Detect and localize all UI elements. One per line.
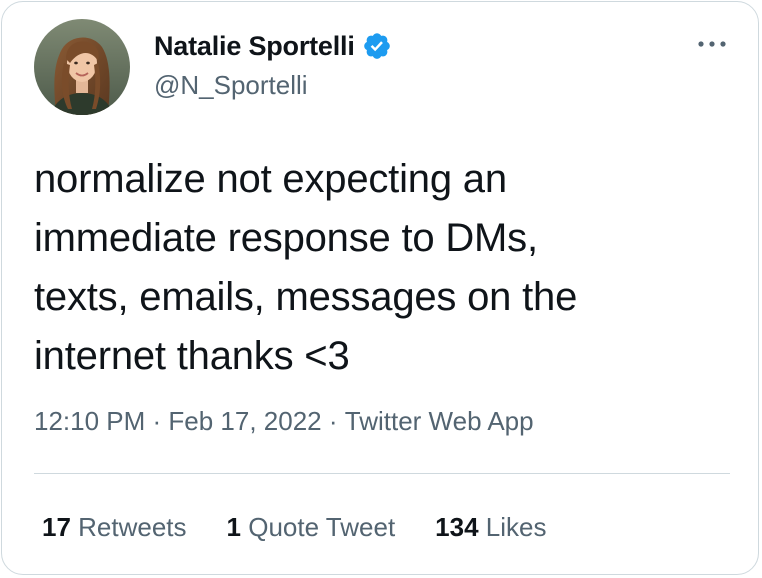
likes-label: Likes xyxy=(478,512,547,542)
tweet-time[interactable]: 12:10 PM xyxy=(34,406,145,437)
tweet-card: Natalie Sportelli @N_Sportelli normalize… xyxy=(1,1,759,575)
tweet-text: normalize not expecting an immediate res… xyxy=(34,157,578,378)
tweet-source[interactable]: Twitter Web App xyxy=(345,406,534,437)
tweet-date[interactable]: Feb 17, 2022 xyxy=(168,406,321,437)
quote-tweets-stat[interactable]: 1 Quote Tweet xyxy=(227,512,396,543)
retweets-label: Retweets xyxy=(70,512,187,542)
retweets-count: 17 xyxy=(42,512,71,542)
meta-separator: · xyxy=(145,406,169,436)
likes-stat[interactable]: 134 Likes xyxy=(435,512,546,543)
quote-tweets-count: 1 xyxy=(226,512,241,542)
retweets-stat[interactable]: 17 Retweets xyxy=(42,512,187,543)
author-handle[interactable]: @N_Sportelli xyxy=(154,70,308,101)
author-name-row: Natalie Sportelli xyxy=(154,28,392,64)
more-options-icon[interactable] xyxy=(692,30,732,58)
divider xyxy=(34,473,730,474)
profile-photo xyxy=(34,19,130,115)
meta-separator: · xyxy=(321,406,345,436)
likes-count: 134 xyxy=(435,512,479,542)
verified-badge-icon xyxy=(363,33,390,59)
quote-tweets-label: Quote Tweet xyxy=(241,512,396,542)
author-display-name[interactable]: Natalie Sportelli xyxy=(154,31,355,62)
engagement-stats: 17 Retweets 1 Quote Tweet 134 Likes xyxy=(42,512,546,543)
avatar[interactable] xyxy=(34,19,130,115)
tweet-metadata: 12:10 PM · Feb 17, 2022 · Twitter Web Ap… xyxy=(34,406,534,437)
